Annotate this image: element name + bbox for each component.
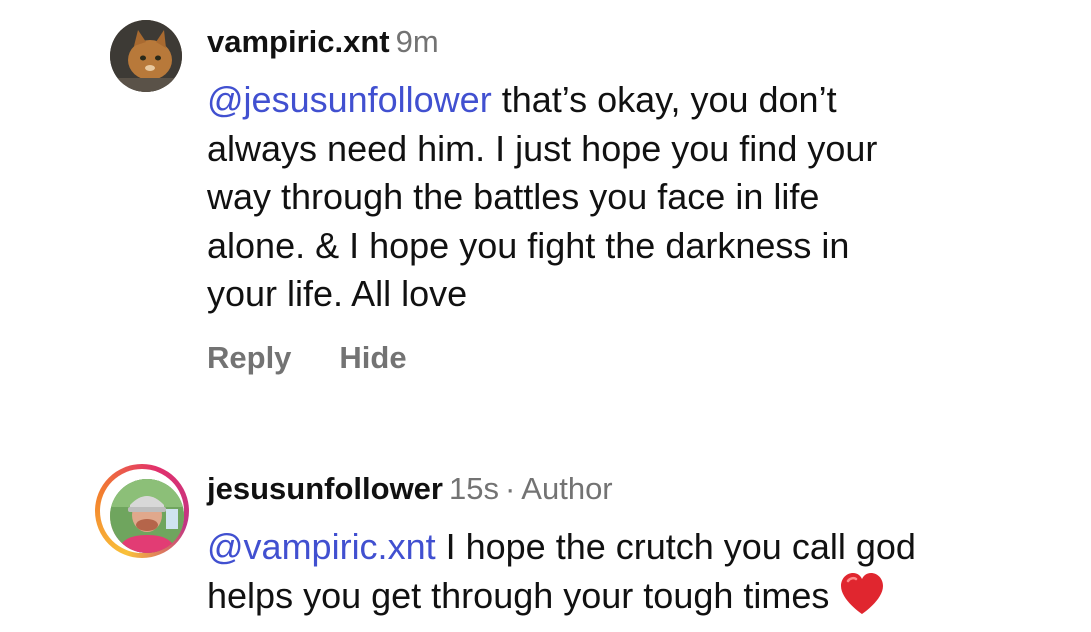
comment-text: @vampiric.xnt I hope the crutch you call… — [207, 523, 1077, 620]
timestamp: 15s — [448, 471, 499, 506]
comment-line: helps you get through your tough times — [207, 572, 1077, 621]
comment-vampiric-xnt: vampiric.xnt 9m @jesusunfollower that’s o… — [0, 0, 1091, 420]
username[interactable]: vampiric.xnt — [207, 24, 390, 59]
comment-header: jesusunfollower 15s · Author — [207, 469, 613, 509]
comment-text: @jesusunfollower that’s okay, you don’t … — [207, 76, 1037, 319]
avatar-vampiric-xnt[interactable] — [110, 20, 182, 92]
comment-header: vampiric.xnt 9m — [207, 22, 439, 62]
mention-link[interactable]: @jesusunfollower — [207, 79, 492, 120]
comment-line: way through the battles you face in life — [207, 176, 820, 217]
story-ring-gap — [100, 469, 184, 553]
story-ring[interactable] — [95, 464, 189, 558]
username[interactable]: jesusunfollower — [207, 471, 443, 506]
separator: · — [504, 471, 516, 506]
mention-link[interactable]: @vampiric.xnt — [207, 526, 436, 567]
reply-button[interactable]: Reply — [207, 340, 291, 376]
comment-jesusunfollower: jesusunfollower 15s · Author @vampiric.xnt … — [0, 455, 1091, 632]
red-heart-icon — [839, 572, 885, 616]
comment-text-segment: that’s okay, you don’t — [491, 79, 837, 120]
comment-actions: Reply Hide — [207, 340, 407, 376]
timestamp: 9m — [395, 24, 439, 59]
comment-text-segment: helps you get through your tough times — [207, 574, 830, 616]
avatar-jesusunfollower[interactable] — [110, 479, 184, 553]
comment-line: always need him. I just hope you find yo… — [207, 127, 878, 169]
comment-line: your life. All love — [207, 273, 468, 314]
hide-button[interactable]: Hide — [339, 340, 406, 376]
comment-line: alone. & I hope you fight the darkness i… — [207, 224, 850, 266]
author-badge: Author — [521, 471, 613, 506]
comment-line: @vampiric.xnt I hope the crutch you call… — [207, 523, 1077, 572]
comment-line: @jesusunfollower that’s okay, you don’t — [207, 76, 1037, 125]
comment-text-segment: I hope the crutch you call god — [435, 526, 916, 567]
